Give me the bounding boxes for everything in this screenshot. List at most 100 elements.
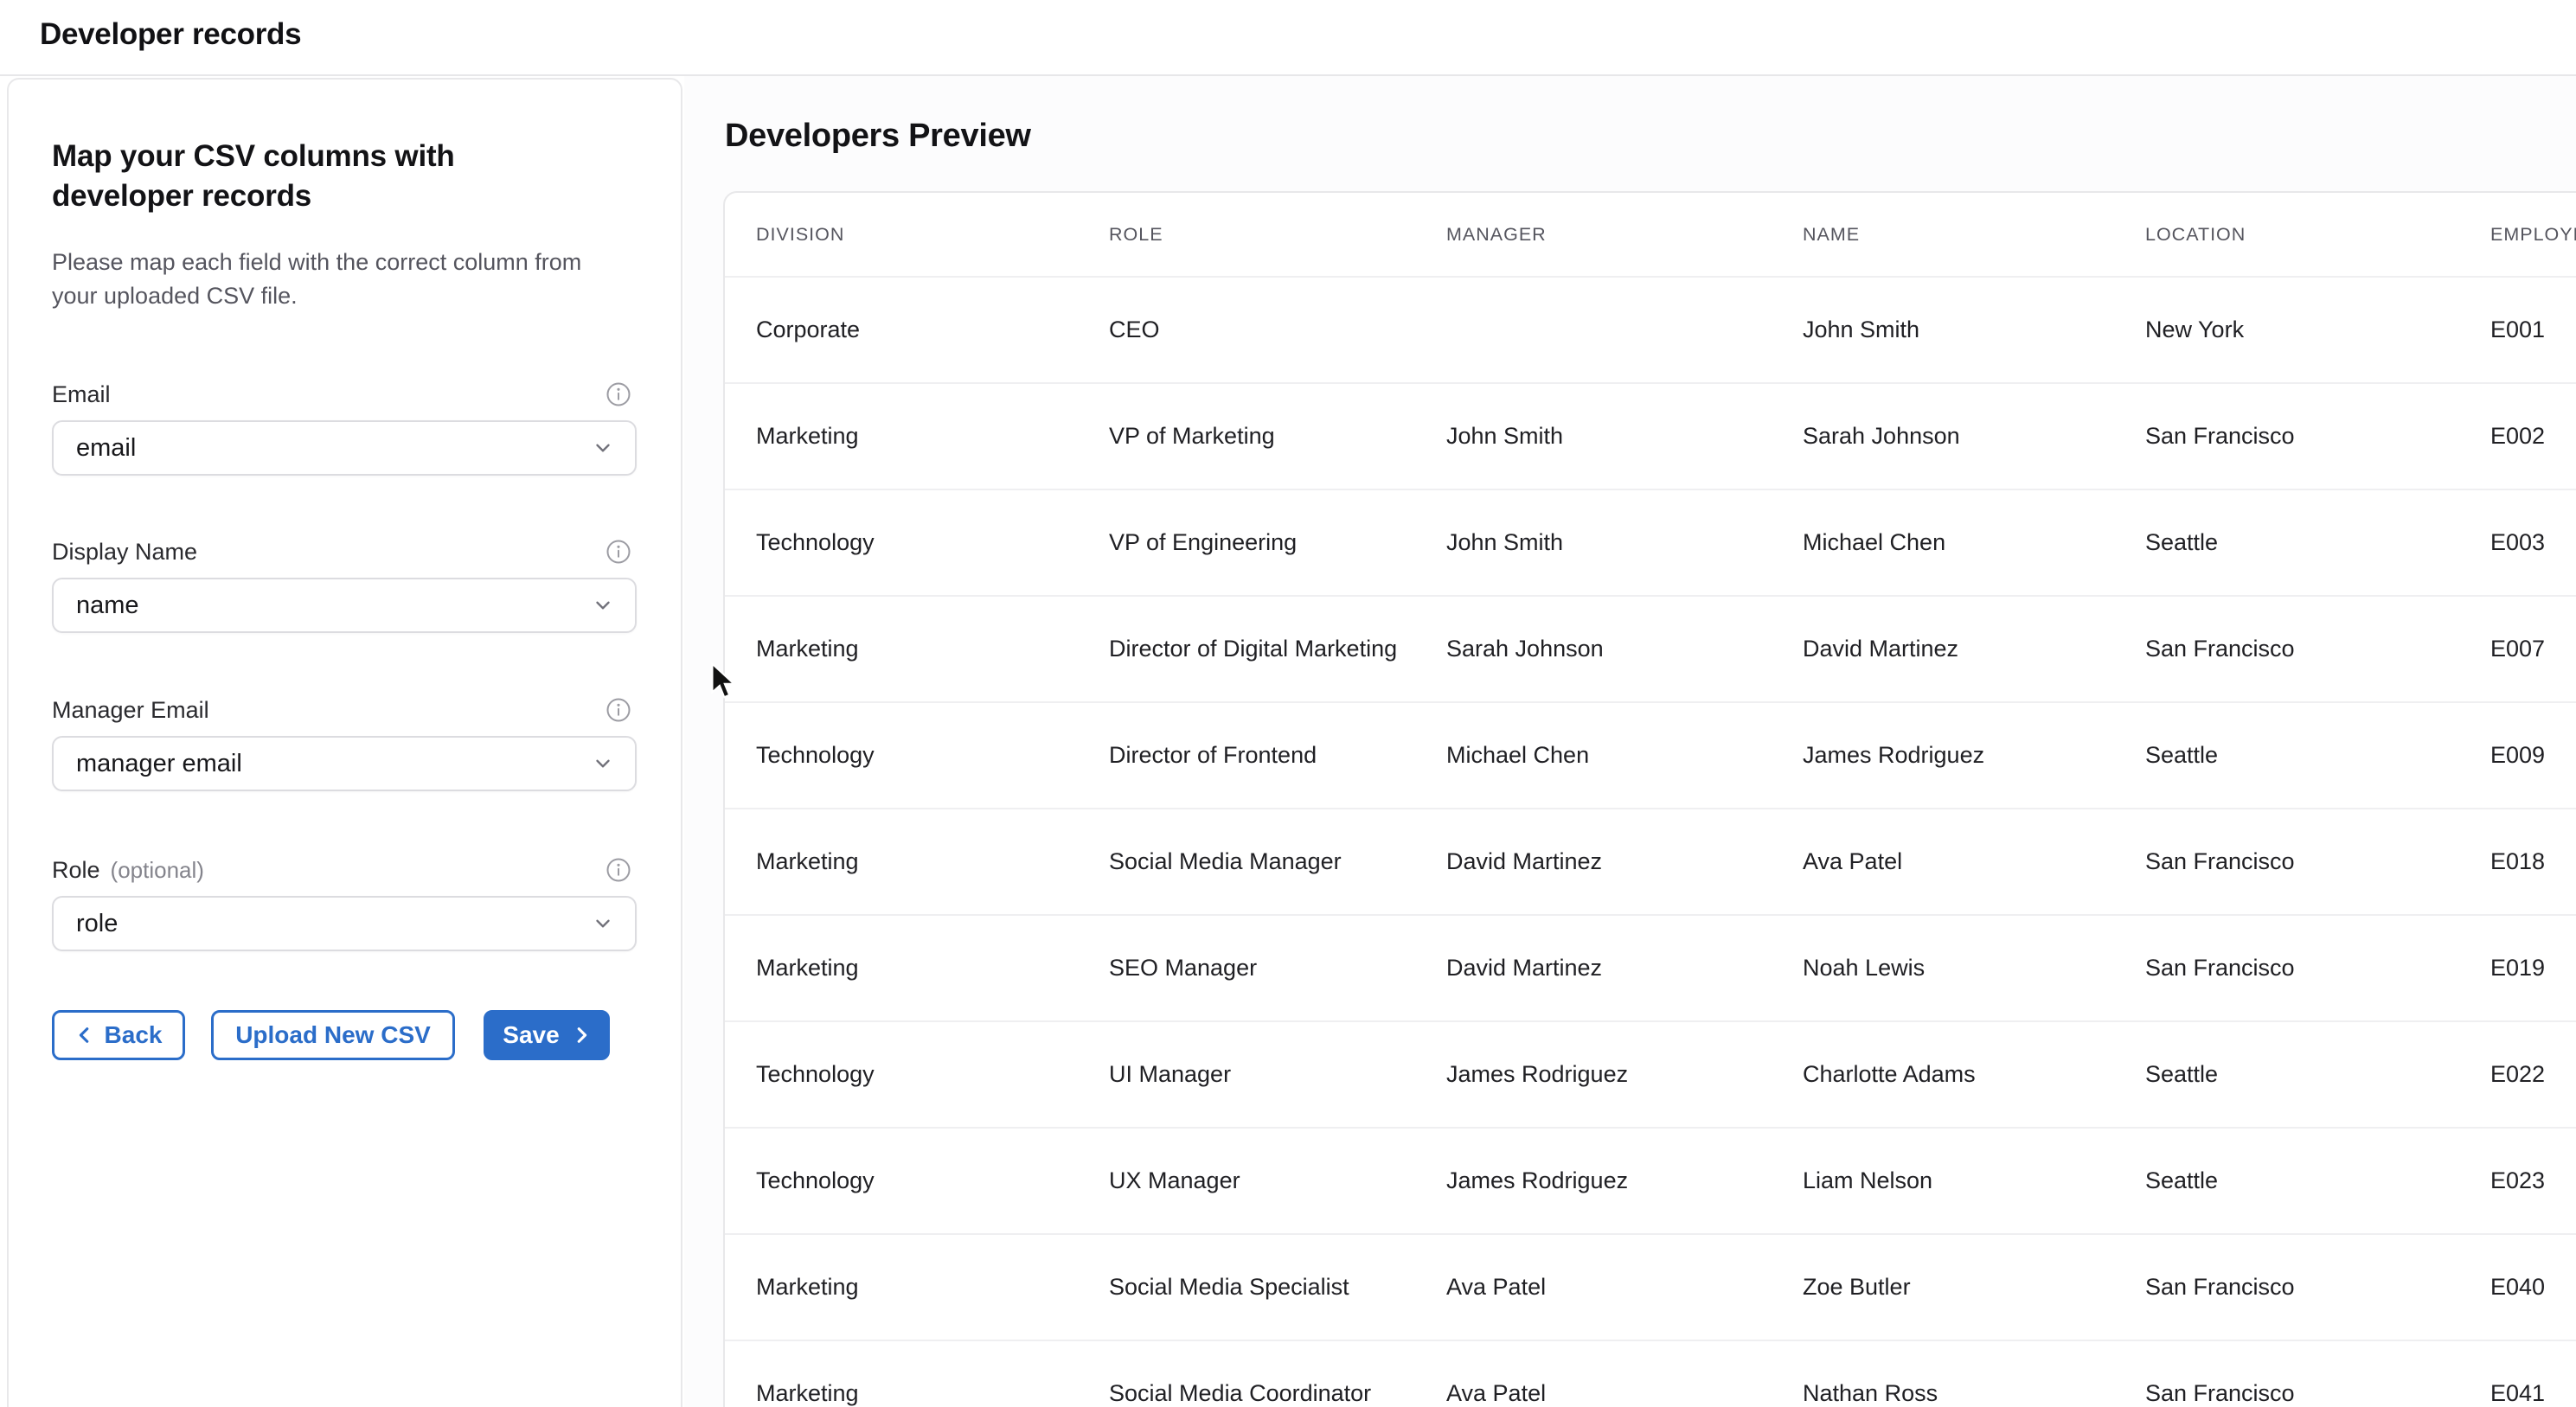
cell-location: San Francisco xyxy=(2114,383,2459,489)
cell-name: Sarah Johnson xyxy=(1772,383,2114,489)
info-icon[interactable] xyxy=(606,697,631,723)
info-icon[interactable] xyxy=(606,381,631,407)
developer-records-page: Developer records Developers Preview DIV… xyxy=(0,0,2576,1407)
chevron-down-icon xyxy=(592,437,614,459)
display-name-select[interactable]: name xyxy=(52,578,637,633)
cell-location: San Francisco xyxy=(2114,915,2459,1021)
chevron-down-icon xyxy=(592,912,614,935)
table-row: Technology UX Manager James Rodriguez Li… xyxy=(725,1128,2576,1234)
display-name-select-value: name xyxy=(76,592,139,620)
field-manager-email-label: Manager Email xyxy=(52,697,209,724)
table-header-row: DIVISION ROLE MANAGER NAME LOCATION EMPL… xyxy=(725,193,2576,277)
cell-role: Social Media Specialist xyxy=(1078,1234,1415,1340)
table-row: Technology UI Manager James Rodriguez Ch… xyxy=(725,1021,2576,1128)
back-button[interactable]: Back xyxy=(52,1010,185,1060)
cell-manager: Ava Patel xyxy=(1415,1340,1772,1407)
cell-manager: Sarah Johnson xyxy=(1415,596,1772,702)
upload-new-csv-button-label: Upload New CSV xyxy=(235,1021,431,1049)
chevron-right-icon xyxy=(572,1026,591,1045)
field-manager-email-label-row: Manager Email xyxy=(52,694,637,726)
field-display-name-label-row: Display Name xyxy=(52,536,637,567)
cell-division: Marketing xyxy=(725,596,1078,702)
table-row: Marketing SEO Manager David Martinez Noa… xyxy=(725,915,2576,1021)
page-title: Developer records xyxy=(0,0,2576,52)
column-header-employee-id: EMPLOYEE ID xyxy=(2459,193,2576,277)
cell-division: Technology xyxy=(725,1128,1078,1234)
upload-new-csv-button[interactable]: Upload New CSV xyxy=(211,1010,455,1060)
cell-employee-id: E018 xyxy=(2459,809,2576,915)
cell-location: Seattle xyxy=(2114,1128,2459,1234)
cell-name: Liam Nelson xyxy=(1772,1128,2114,1234)
save-button-label: Save xyxy=(503,1021,559,1049)
info-icon[interactable] xyxy=(606,539,631,565)
cell-name: Zoe Butler xyxy=(1772,1234,2114,1340)
cell-name: Michael Chen xyxy=(1772,489,2114,596)
chevron-down-icon xyxy=(592,594,614,617)
cell-role: Director of Digital Marketing xyxy=(1078,596,1415,702)
field-role: Role(optional) role xyxy=(52,854,637,951)
cell-role: UX Manager xyxy=(1078,1128,1415,1234)
cell-division: Marketing xyxy=(725,915,1078,1021)
cell-employee-id: E022 xyxy=(2459,1021,2576,1128)
cell-employee-id: E009 xyxy=(2459,702,2576,809)
panel-description: Please map each field with the correct c… xyxy=(52,246,614,312)
cell-manager: David Martinez xyxy=(1415,915,1772,1021)
cell-division: Marketing xyxy=(725,383,1078,489)
cell-name: Nathan Ross xyxy=(1772,1340,2114,1407)
cell-division: Corporate xyxy=(725,277,1078,383)
manager-email-select[interactable]: manager email xyxy=(52,736,637,791)
developers-table-card[interactable]: DIVISION ROLE MANAGER NAME LOCATION EMPL… xyxy=(723,191,2576,1407)
cell-name: Noah Lewis xyxy=(1772,915,2114,1021)
table-row: Marketing Director of Digital Marketing … xyxy=(725,596,2576,702)
cell-name: Ava Patel xyxy=(1772,809,2114,915)
info-icon[interactable] xyxy=(606,857,631,883)
cell-role: VP of Engineering xyxy=(1078,489,1415,596)
cell-manager: James Rodriguez xyxy=(1415,1128,1772,1234)
table-row: Marketing VP of Marketing John Smith Sar… xyxy=(725,383,2576,489)
cell-location: New York xyxy=(2114,277,2459,383)
field-manager-email: Manager Email manager email xyxy=(52,694,637,791)
back-button-label: Back xyxy=(105,1021,163,1049)
panel-actions: Back Upload New CSV Save xyxy=(52,1010,610,1060)
cell-name: David Martinez xyxy=(1772,596,2114,702)
developers-table: DIVISION ROLE MANAGER NAME LOCATION EMPL… xyxy=(725,193,2576,1407)
cell-location: Seattle xyxy=(2114,1021,2459,1128)
cell-division: Technology xyxy=(725,489,1078,596)
email-select[interactable]: email xyxy=(52,420,637,476)
cell-role: Social Media Coordinator xyxy=(1078,1340,1415,1407)
field-email-label: Email xyxy=(52,381,111,408)
cell-name: Charlotte Adams xyxy=(1772,1021,2114,1128)
column-header-manager: MANAGER xyxy=(1415,193,1772,277)
cell-manager: John Smith xyxy=(1415,489,1772,596)
column-header-role: ROLE xyxy=(1078,193,1415,277)
preview-pane: Developers Preview DIVISION ROLE MANAGER… xyxy=(684,76,2576,1407)
cell-role: SEO Manager xyxy=(1078,915,1415,1021)
role-select[interactable]: role xyxy=(52,896,637,951)
field-role-label: Role xyxy=(52,857,100,883)
save-button[interactable]: Save xyxy=(484,1010,610,1060)
table-row: Corporate CEO John Smith New York E001 xyxy=(725,277,2576,383)
column-header-location: LOCATION xyxy=(2114,193,2459,277)
cell-manager: David Martinez xyxy=(1415,809,1772,915)
cell-division: Technology xyxy=(725,1021,1078,1128)
cell-manager: Ava Patel xyxy=(1415,1234,1772,1340)
table-row: Marketing Social Media Manager David Mar… xyxy=(725,809,2576,915)
column-header-name: NAME xyxy=(1772,193,2114,277)
chevron-left-icon xyxy=(75,1026,94,1045)
cell-employee-id: E041 xyxy=(2459,1340,2576,1407)
cell-location: San Francisco xyxy=(2114,596,2459,702)
cell-manager: John Smith xyxy=(1415,383,1772,489)
cell-manager xyxy=(1415,277,1772,383)
cell-employee-id: E023 xyxy=(2459,1128,2576,1234)
cell-role: Social Media Manager xyxy=(1078,809,1415,915)
cell-division: Marketing xyxy=(725,1340,1078,1407)
field-display-name: Display Name name xyxy=(52,536,637,633)
cell-employee-id: E040 xyxy=(2459,1234,2576,1340)
cell-location: San Francisco xyxy=(2114,1234,2459,1340)
column-header-division: DIVISION xyxy=(725,193,1078,277)
field-display-name-label: Display Name xyxy=(52,539,197,566)
cell-role: VP of Marketing xyxy=(1078,383,1415,489)
cell-employee-id: E003 xyxy=(2459,489,2576,596)
cell-manager: Michael Chen xyxy=(1415,702,1772,809)
field-role-label-row: Role(optional) xyxy=(52,854,637,886)
